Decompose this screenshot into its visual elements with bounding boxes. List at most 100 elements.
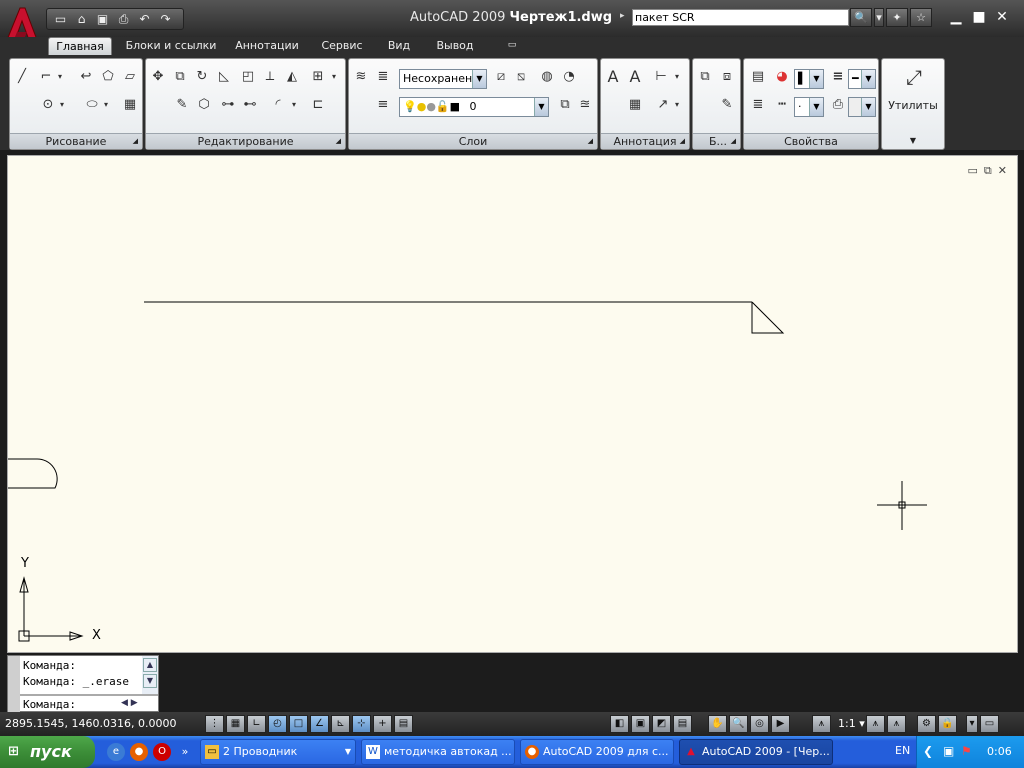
plot-style-combo[interactable]: ▼ — [848, 97, 876, 117]
communication-center-button[interactable]: ✦ — [886, 8, 908, 27]
panel-draw-label[interactable]: Рисование ◢ — [10, 133, 142, 149]
start-button[interactable]: ⊞ пуск — [0, 736, 95, 768]
save-icon[interactable]: ▣ — [93, 11, 112, 28]
array-icon[interactable]: ⊞ — [308, 67, 328, 87]
search-dropdown-icon[interactable]: ▾ — [874, 8, 884, 27]
tab-blocks-references[interactable]: Блоки и ссылки — [122, 37, 220, 55]
showmotion-icon[interactable]: ▶ — [771, 715, 790, 733]
viewport-close-icon[interactable]: ✕ — [998, 164, 1007, 178]
auto-scale-icon[interactable]: ⩚ — [887, 715, 906, 733]
taskbar-button-word[interactable]: Wметодичка автокад ... — [361, 739, 515, 765]
polyline-dropdown-icon[interactable]: ▾ — [54, 67, 66, 87]
coordinates-readout[interactable]: 2895.1545, 1460.0316, 0.0000 — [5, 717, 197, 733]
chevron-down-icon[interactable]: ▼ — [861, 98, 875, 116]
viewport-minimize-icon[interactable]: ▭ — [968, 164, 978, 178]
linetype-icon[interactable]: ┅ — [772, 95, 792, 115]
model-space-icon[interactable]: ◧ — [610, 715, 629, 733]
open-folder-icon[interactable]: ⌂ — [72, 11, 91, 28]
viewport-restore-icon[interactable]: ⧉ — [984, 164, 992, 178]
panel-expand-icon[interactable]: ◢ — [133, 134, 138, 149]
layout-icon[interactable]: ▤ — [673, 715, 692, 733]
match-properties-icon[interactable]: ▤ — [748, 67, 768, 87]
fillet-icon[interactable]: ◜ — [268, 95, 288, 115]
layer-unisolate-icon[interactable]: ⧅ — [511, 67, 531, 87]
rotate-icon[interactable]: ↻ — [192, 67, 212, 87]
scroll-up-icon[interactable]: ▲ — [143, 658, 157, 672]
polygon-icon[interactable]: ⬠ — [98, 67, 118, 87]
lineweight-combo[interactable]: ━ ▼ — [848, 69, 876, 89]
panel-modify-label[interactable]: Редактирование ◢ — [146, 133, 345, 149]
chevron-down-icon[interactable]: ▾ — [859, 717, 865, 730]
fillet-dropdown-icon[interactable]: ▾ — [288, 95, 300, 115]
panel-expand-icon[interactable]: ◢ — [680, 134, 685, 149]
infocenter-search-input[interactable] — [632, 9, 849, 26]
tab-annotate[interactable]: Аннотации — [232, 37, 302, 55]
ellipse-icon[interactable]: ⬭ — [82, 95, 102, 115]
stretch-icon[interactable]: ◺ — [214, 67, 234, 87]
layer-off-icon[interactable]: ◍ — [537, 67, 557, 87]
circle-dropdown-icon[interactable]: ▾ — [56, 95, 68, 115]
table-icon[interactable]: ▦ — [625, 95, 645, 115]
annotation-scale-icon[interactable]: ⩚ — [812, 715, 831, 733]
redo-icon[interactable]: ↷ — [156, 11, 175, 28]
show-lineweight-icon[interactable]: + — [373, 715, 392, 733]
scroll-down-icon[interactable]: ▼ — [143, 674, 157, 688]
ellipse-dropdown-icon[interactable]: ▾ — [100, 95, 112, 115]
scale-icon[interactable]: ◰ — [238, 67, 258, 87]
layer-previous-icon[interactable]: ≊ — [575, 95, 595, 115]
explode-icon[interactable]: ⬡ — [194, 95, 214, 115]
drawing-area[interactable]: ▭ ⧉ ✕ Y X — [7, 155, 1018, 653]
undo-icon[interactable]: ↶ — [135, 11, 154, 28]
panel-expand-icon[interactable]: ◢ — [588, 134, 593, 149]
plot-style-icon[interactable]: ⎙ — [828, 95, 848, 115]
language-indicator[interactable]: EN — [895, 744, 910, 757]
polar-tracking-icon[interactable]: ◴ — [268, 715, 287, 733]
dynamic-input-icon[interactable]: ⊹ — [352, 715, 371, 733]
grid-display-icon[interactable]: ▦ — [226, 715, 245, 733]
zoom-icon[interactable]: 🔍 — [729, 715, 748, 733]
quicklaunch-more-icon[interactable]: » — [176, 743, 194, 761]
command-prompt[interactable]: Команда: — [23, 698, 113, 711]
chevron-down-icon[interactable]: ▼ — [472, 70, 486, 88]
command-scrollbar[interactable]: ▲ ▼ — [142, 656, 158, 694]
tray-expand-icon[interactable]: ❮ — [923, 744, 933, 758]
dimension-dropdown-icon[interactable]: ▾ — [671, 67, 683, 87]
panel-annotation-label[interactable]: Аннотация ◢ — [601, 133, 689, 149]
layer-state-combo[interactable]: Несохраненн ▼ — [399, 69, 487, 89]
taskbar-button-explorer[interactable]: ▭ 2 Проводник ▼ — [200, 739, 356, 765]
edit-block-icon[interactable]: ✎ — [717, 95, 737, 115]
linetype-combo[interactable]: · ▼ — [794, 97, 824, 117]
color-combo[interactable]: ▌ ▼ — [794, 69, 824, 89]
current-layer-combo[interactable]: 💡●●🔓■ 0 ▼ — [399, 97, 549, 117]
layer-state-icon[interactable]: ≣ — [373, 67, 393, 87]
panel-layers-label[interactable]: Слои ◢ — [349, 133, 597, 149]
command-arrows-icon[interactable]: ◀ ▶ — [121, 698, 138, 708]
minimize-window-icon[interactable]: ▁ — [946, 9, 966, 27]
layer-match-icon[interactable]: ⧉ — [555, 95, 575, 115]
layer-freeze-icon[interactable]: ◔ — [559, 67, 579, 87]
move-icon[interactable]: ✥ — [148, 67, 168, 87]
object-snap-icon[interactable]: □ — [289, 715, 308, 733]
drawn-arc[interactable] — [8, 458, 58, 489]
status-menu-dropdown-icon[interactable]: ▾ — [966, 715, 978, 733]
utilities-dropdown-icon[interactable]: ▼ — [882, 133, 944, 149]
leader-dropdown-icon[interactable]: ▾ — [671, 95, 683, 115]
mirror-icon[interactable]: ◭ — [282, 67, 302, 87]
panel-block-label[interactable]: Б... ◢ — [693, 133, 740, 149]
offset-icon[interactable]: ⊏ — [308, 95, 328, 115]
tab-view[interactable]: Вид — [382, 37, 416, 55]
clean-screen-icon[interactable]: ▭ — [980, 715, 999, 733]
tab-output[interactable]: Вывод — [430, 37, 480, 55]
workspace-switching-icon[interactable]: ⚙ — [917, 715, 936, 733]
new-file-icon[interactable]: ▭ — [51, 11, 70, 28]
panel-utilities[interactable]: ⤢ Утилиты ▼ — [881, 58, 945, 150]
linear-dimension-icon[interactable]: ⊢ — [651, 67, 671, 87]
leader-icon[interactable]: ↗ — [653, 95, 673, 115]
ie-quicklaunch-icon[interactable]: e — [107, 743, 125, 761]
color-wheel-icon[interactable]: ◕ — [772, 67, 792, 87]
chevron-down-icon[interactable]: ▼ — [861, 70, 875, 88]
maximize-window-icon[interactable]: ■ — [969, 9, 989, 27]
search-button[interactable]: 🔍 — [850, 8, 872, 27]
list-properties-icon[interactable]: ≣ — [748, 95, 768, 115]
circle-icon[interactable]: ⊙ — [38, 95, 58, 115]
